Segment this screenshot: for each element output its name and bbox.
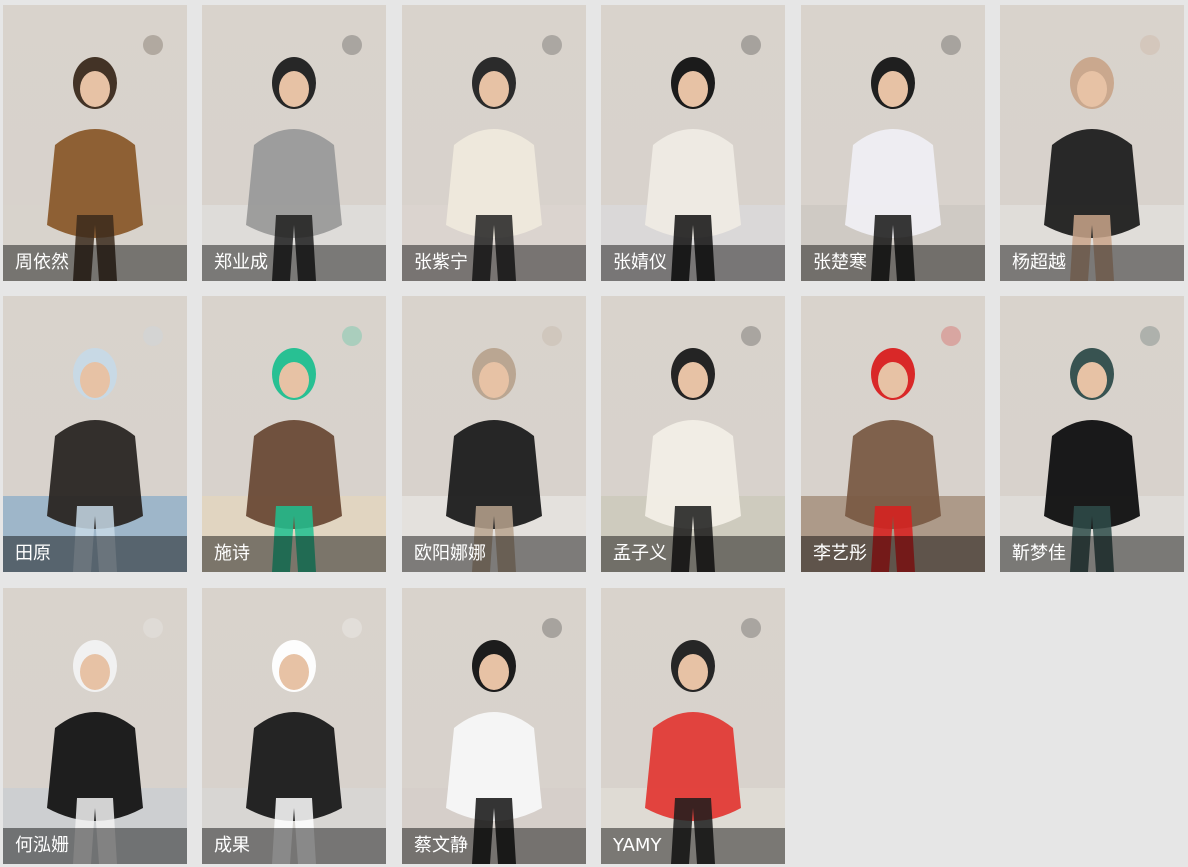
gallery-card[interactable]: 张紫宁 — [402, 5, 586, 281]
gallery-card[interactable]: 杨超越 — [1000, 5, 1184, 281]
person-name: 蔡文静 — [414, 835, 468, 856]
portrait-photo — [202, 5, 386, 281]
person-name: 欧阳娜娜 — [414, 543, 486, 564]
person-name: 成果 — [214, 835, 250, 856]
gallery-card[interactable]: YAMY — [601, 588, 785, 864]
portrait-photo — [402, 296, 586, 572]
gallery-card[interactable]: 周依然 — [3, 5, 187, 281]
person-name: 杨超越 — [1012, 252, 1066, 273]
portrait-photo — [3, 296, 187, 572]
portrait-photo — [3, 5, 187, 281]
gallery-card[interactable]: 郑业成 — [202, 5, 386, 281]
gallery-card[interactable]: 李艺彤 — [801, 296, 985, 572]
portrait-photo — [801, 296, 985, 572]
portrait-photo — [601, 296, 785, 572]
portrait-photo — [601, 588, 785, 864]
gallery-card[interactable]: 欧阳娜娜 — [402, 296, 586, 572]
gallery-card[interactable]: 张楚寒 — [801, 5, 985, 281]
gallery-card[interactable]: 张婧仪 — [601, 5, 785, 281]
person-name: 靳梦佳 — [1012, 543, 1066, 564]
person-name: 孟子义 — [613, 543, 667, 564]
person-name: YAMY — [613, 835, 662, 856]
portrait-photo — [202, 296, 386, 572]
person-name: 周依然 — [15, 252, 69, 273]
person-name: 李艺彤 — [813, 543, 867, 564]
portrait-photo — [1000, 5, 1184, 281]
portrait-photo — [202, 588, 386, 864]
gallery-card[interactable]: 何泓姗 — [3, 588, 187, 864]
person-name: 郑业成 — [214, 252, 268, 273]
person-name: 施诗 — [214, 543, 250, 564]
person-name: 张婧仪 — [613, 252, 667, 273]
gallery-card[interactable]: 成果 — [202, 588, 386, 864]
gallery-card[interactable]: 施诗 — [202, 296, 386, 572]
gallery-card[interactable]: 蔡文静 — [402, 588, 586, 864]
person-name: 张楚寒 — [813, 252, 867, 273]
portrait-photo — [801, 5, 985, 281]
celebrity-photo-grid: 周依然 郑业成 张紫宁 张婧仪 张楚寒 杨超越 田原 施诗 欧阳娜娜 孟子义 李… — [0, 0, 1188, 867]
person-name: 田原 — [15, 543, 51, 564]
portrait-photo — [402, 5, 586, 281]
person-name: 何泓姗 — [15, 835, 69, 856]
person-name: 张紫宁 — [414, 252, 468, 273]
portrait-photo — [3, 588, 187, 864]
gallery-card[interactable]: 田原 — [3, 296, 187, 572]
portrait-photo — [402, 588, 586, 864]
gallery-card[interactable]: 靳梦佳 — [1000, 296, 1184, 572]
gallery-card[interactable]: 孟子义 — [601, 296, 785, 572]
portrait-photo — [1000, 296, 1184, 572]
portrait-photo — [601, 5, 785, 281]
